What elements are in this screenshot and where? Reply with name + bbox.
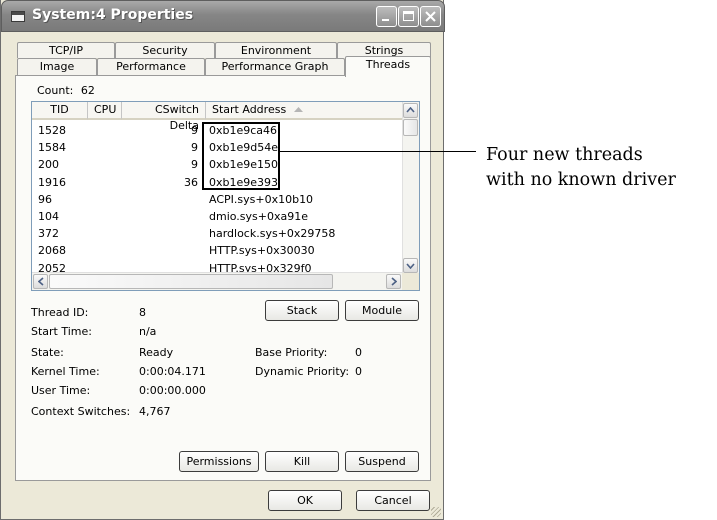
annotation-text: Four new threads with no known driver xyxy=(486,143,676,193)
chevron-left-icon xyxy=(37,277,44,286)
chevron-down-icon xyxy=(406,263,415,270)
cell-cswitch-delta: 9 xyxy=(191,158,198,172)
base-priority-label: Base Priority: xyxy=(255,346,328,359)
column-header-cswitch-delta[interactable]: CSwitch Delta xyxy=(122,102,206,132)
properties-window: System:4 Properties TCP/IP Security Envi… xyxy=(0,0,445,520)
cell-start-address: hardlock.sys+0x29758 xyxy=(209,227,336,241)
module-button[interactable]: Module xyxy=(345,300,419,321)
chevron-up-icon xyxy=(406,106,415,113)
minimize-icon xyxy=(382,19,389,21)
cell-start-address: HTTP.sys+0x30030 xyxy=(209,244,315,258)
cell-tid: 1584 xyxy=(38,141,66,155)
minimize-button[interactable] xyxy=(376,6,397,27)
cell-tid: 1916 xyxy=(38,175,66,189)
horizontal-scroll-thumb[interactable] xyxy=(49,274,333,289)
context-switches-label: Context Switches: xyxy=(31,405,131,418)
cell-tid: 1528 xyxy=(38,124,66,137)
horizontal-scrollbar[interactable] xyxy=(32,272,403,290)
chevron-right-icon xyxy=(390,277,397,286)
column-header-cpu[interactable]: CPU xyxy=(88,102,122,120)
context-switches-value: 4,767 xyxy=(139,405,171,418)
count-label: Count: xyxy=(37,84,74,97)
column-header-start-address[interactable]: Start Address xyxy=(206,102,403,120)
user-time-value: 0:00:00.000 xyxy=(139,384,206,397)
cell-cswitch-delta: 9 xyxy=(191,141,198,155)
cell-tid: 372 xyxy=(38,227,59,241)
cell-tid: 200 xyxy=(38,158,59,172)
cell-cswitch-delta: 36 xyxy=(184,175,198,189)
thread-id-label: Thread ID: xyxy=(31,306,89,319)
scroll-up-button[interactable] xyxy=(403,103,418,118)
state-value: Ready xyxy=(139,346,174,359)
thread-count: Count: 62 xyxy=(37,84,95,97)
vertical-scrollbar[interactable] xyxy=(402,102,419,274)
table-row[interactable]: 372 hardlock.sys+0x29758 xyxy=(35,226,401,242)
thread-id-value: 8 xyxy=(139,306,146,319)
tab-performance[interactable]: Performance xyxy=(97,58,205,76)
state-label: State: xyxy=(31,346,64,359)
cell-tid: 2068 xyxy=(38,244,66,258)
window-icon[interactable] xyxy=(11,11,25,22)
column-header-start-address-label: Start Address xyxy=(212,103,287,116)
ok-button[interactable]: OK xyxy=(268,490,342,511)
cell-start-address: ACPI.sys+0x10b10 xyxy=(209,192,314,206)
maximize-button[interactable] xyxy=(398,6,419,27)
table-row[interactable]: 104 dmio.sys+0xa91e xyxy=(35,209,401,225)
tab-performance-graph[interactable]: Performance Graph xyxy=(205,58,345,76)
column-header-tid[interactable]: TID xyxy=(32,102,88,120)
tab-environment[interactable]: Environment xyxy=(215,42,337,58)
dynamic-priority-value: 0 xyxy=(355,365,362,378)
cell-start-address: dmio.sys+0xa91e xyxy=(209,210,308,223)
scrollbar-corner xyxy=(402,273,419,290)
permissions-button[interactable]: Permissions xyxy=(179,451,259,472)
resize-grip[interactable] xyxy=(431,507,441,517)
scroll-right-button[interactable] xyxy=(386,274,401,289)
start-time-value: n/a xyxy=(139,325,157,338)
close-icon xyxy=(425,11,436,22)
scroll-down-button[interactable] xyxy=(403,258,418,273)
count-value: 62 xyxy=(80,84,95,97)
cell-tid: 104 xyxy=(38,210,59,223)
suspend-button[interactable]: Suspend xyxy=(345,451,419,472)
stack-button[interactable]: Stack xyxy=(265,300,339,321)
cancel-button[interactable]: Cancel xyxy=(356,490,430,511)
start-time-label: Start Time: xyxy=(31,325,92,338)
highlight-box xyxy=(202,122,280,190)
user-time-label: User Time: xyxy=(31,384,91,397)
table-row[interactable]: 2068 HTTP.sys+0x30030 xyxy=(35,243,401,259)
window-title: System:4 Properties xyxy=(32,7,194,23)
vertical-scroll-thumb[interactable] xyxy=(403,119,418,136)
tab-image[interactable]: Image xyxy=(17,58,97,76)
tab-threads[interactable]: Threads xyxy=(345,56,431,77)
title-bar[interactable]: System:4 Properties xyxy=(1,0,445,32)
cell-tid: 96 xyxy=(38,192,52,206)
tab-tcpip[interactable]: TCP/IP xyxy=(17,42,115,58)
close-button[interactable] xyxy=(420,6,441,27)
dynamic-priority-label: Dynamic Priority: xyxy=(255,365,350,378)
sort-ascending-icon xyxy=(293,107,303,112)
kernel-time-label: Kernel Time: xyxy=(31,365,100,378)
table-row[interactable]: 96 ACPI.sys+0x10b10 xyxy=(35,192,401,208)
annotation-line-1: Four new threads xyxy=(486,145,643,165)
annotation-line-2: with no known driver xyxy=(486,170,676,190)
cell-cswitch-delta: 9 xyxy=(191,124,198,137)
callout-line xyxy=(280,151,476,152)
scroll-left-button[interactable] xyxy=(33,274,48,289)
kill-button[interactable]: Kill xyxy=(265,451,339,472)
base-priority-value: 0 xyxy=(355,346,362,359)
maximize-icon xyxy=(403,11,414,21)
tab-security[interactable]: Security xyxy=(115,42,215,58)
kernel-time-value: 0:00:04.171 xyxy=(139,365,206,378)
